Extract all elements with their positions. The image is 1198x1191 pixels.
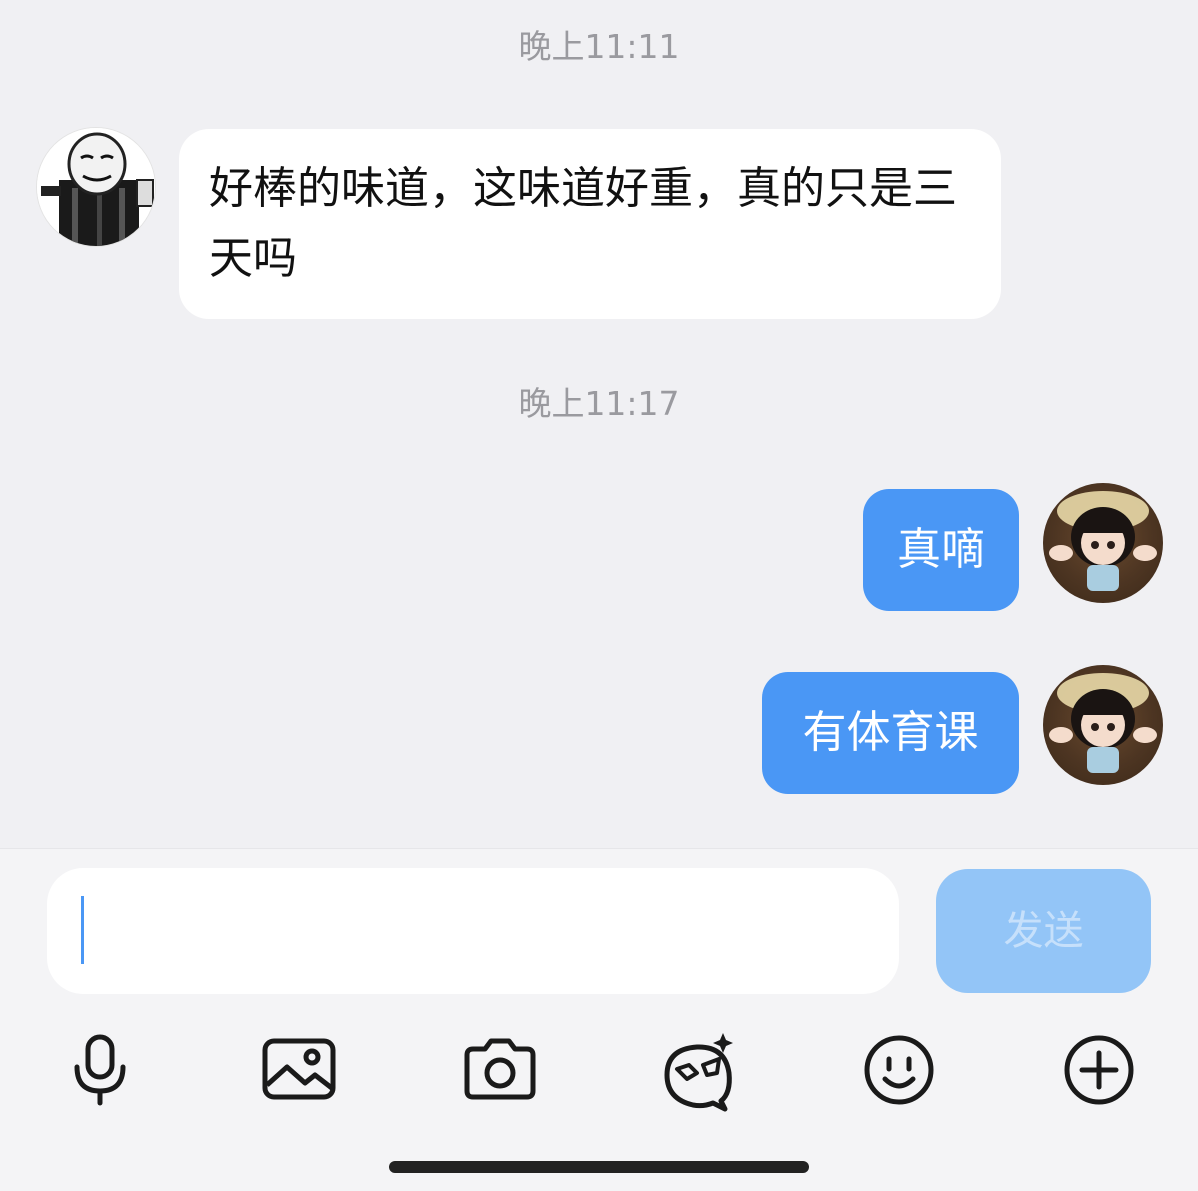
message-list[interactable]: 晚上11:11 好棒的味道，这味道好重，真的只是三天吗 晚上11:17 真嘀 有…	[0, 0, 1198, 848]
sticker-icon[interactable]	[653, 1025, 743, 1115]
text-caret	[81, 896, 84, 964]
camera-icon[interactable]	[455, 1025, 545, 1115]
timestamp: 晚上11:17	[518, 384, 680, 423]
girl-avatar-image	[1049, 491, 1157, 591]
incoming-message-bubble[interactable]: 好棒的味道，这味道好重，真的只是三天吗	[179, 129, 1001, 319]
home-indicator[interactable]	[389, 1161, 809, 1173]
meme-avatar-image	[37, 128, 155, 246]
message-input[interactable]	[47, 868, 899, 994]
chat-screen: 晚上11:11 好棒的味道，这味道好重，真的只是三天吗 晚上11:17 真嘀 有…	[0, 0, 1198, 1191]
timestamp: 晚上11:11	[518, 27, 680, 66]
composer-bar: 发送	[0, 848, 1198, 1191]
outgoing-message-bubble[interactable]: 真嘀	[863, 489, 1019, 611]
image-icon[interactable]	[254, 1025, 344, 1115]
self-avatar[interactable]	[1043, 483, 1163, 603]
emoji-icon[interactable]	[854, 1025, 944, 1115]
send-button[interactable]: 发送	[936, 869, 1151, 993]
plus-icon[interactable]	[1054, 1025, 1144, 1115]
self-avatar[interactable]	[1043, 665, 1163, 785]
microphone-icon[interactable]	[55, 1025, 145, 1115]
girl-avatar-image	[1049, 673, 1157, 773]
outgoing-message-bubble[interactable]: 有体育课	[762, 672, 1019, 794]
contact-avatar[interactable]	[36, 127, 156, 247]
